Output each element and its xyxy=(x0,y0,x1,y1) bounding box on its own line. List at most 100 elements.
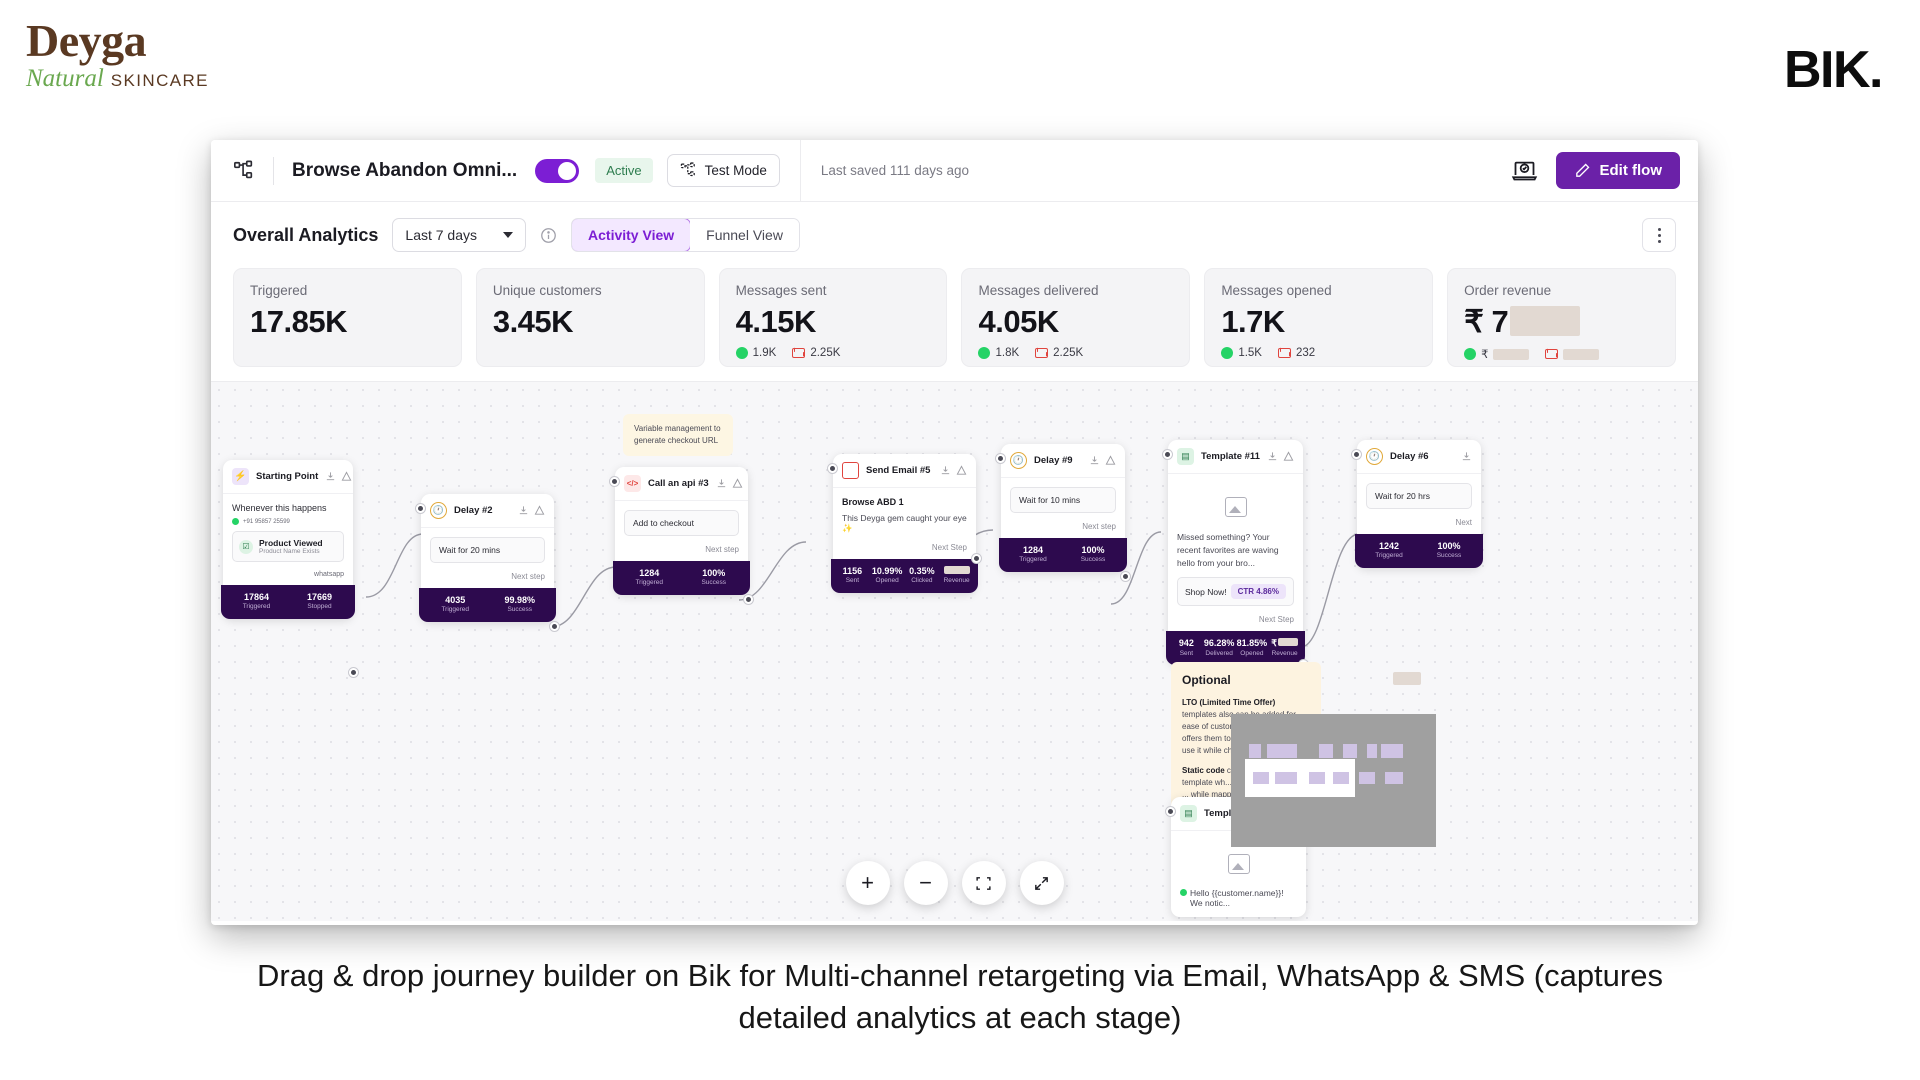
stat-value: 100% xyxy=(1437,541,1461,551)
fit-view-button[interactable] xyxy=(961,861,1006,905)
warning-icon[interactable] xyxy=(534,505,545,516)
metric-value: 4.05K xyxy=(978,304,1059,339)
node-stats: 942 Sent 96.28% Delivered 81.85% Opened ₹ Re… xyxy=(1166,631,1305,665)
zoom-out-button[interactable]: − xyxy=(903,861,948,905)
download-icon[interactable] xyxy=(1089,455,1100,466)
warning-icon[interactable] xyxy=(956,465,967,476)
node-output-port[interactable] xyxy=(550,622,559,631)
node-stats: 1284 Triggered 100% Success xyxy=(613,561,750,595)
email-value: 2.25K xyxy=(1053,347,1084,359)
stat-value xyxy=(939,566,974,577)
delay-field: Wait for 20 mins xyxy=(430,537,545,563)
warning-icon[interactable] xyxy=(341,471,352,482)
download-icon[interactable] xyxy=(1461,451,1472,462)
zoom-in-button[interactable]: + xyxy=(845,861,890,905)
node-call-api-3[interactable]: </> Call an api #3 Add to checkout Next … xyxy=(610,467,753,604)
stat-item: ₹ Revenue xyxy=(1268,638,1301,658)
kebab-menu-icon[interactable] xyxy=(1642,218,1676,252)
node-template-11[interactable]: ▤ Template #11 Missed something? Your re… xyxy=(1163,440,1308,669)
redaction-block xyxy=(1309,772,1325,784)
node-input-port[interactable] xyxy=(828,464,837,473)
template-cta-label[interactable]: Shop Now! xyxy=(1185,587,1227,597)
stat-label: Triggered xyxy=(441,606,470,614)
stat-value: 1284 xyxy=(1022,545,1044,555)
redacted-value xyxy=(943,566,970,574)
next-step-label[interactable]: Next step xyxy=(1001,522,1125,538)
download-icon[interactable] xyxy=(1267,451,1278,462)
stat-value: ₹ xyxy=(1268,638,1301,649)
stat-value: 81.85% xyxy=(1236,638,1268,649)
flow-canvas[interactable]: ⚡ Starting Point Whenever this happens +… xyxy=(211,381,1698,921)
node-stats: 4035 Triggered 99.98% Success xyxy=(419,588,556,622)
download-icon[interactable] xyxy=(518,505,529,516)
warning-icon[interactable] xyxy=(1105,455,1116,466)
stat-value: 1156 xyxy=(842,566,863,576)
next-step-label[interactable]: Next xyxy=(1357,518,1481,534)
date-range-value: Last 7 days xyxy=(405,227,478,243)
metric-card-messages-opened: Messages opened 1.7K 1.5K 232 xyxy=(1204,268,1434,367)
redaction-overlay xyxy=(1231,714,1436,847)
whatsapp-icon xyxy=(1464,348,1477,360)
whatsapp-value: 1.9K xyxy=(752,347,777,359)
stat-value: 10.99% xyxy=(871,566,903,576)
node-output-port[interactable] xyxy=(744,595,753,604)
node-title: Starting Point xyxy=(256,471,319,482)
test-mode-button[interactable]: Test Mode xyxy=(666,154,780,187)
flow-active-toggle[interactable] xyxy=(535,158,580,183)
next-step-label[interactable]: Next step xyxy=(615,545,748,561)
node-input-port[interactable] xyxy=(1166,807,1175,816)
tab-funnel-view[interactable]: Funnel View xyxy=(690,219,799,251)
metric-label: Messages opened xyxy=(1221,283,1332,298)
email-stat xyxy=(1545,348,1600,360)
stat-label: Triggered xyxy=(1019,556,1047,564)
redacted-value xyxy=(1277,638,1298,647)
node-output-port[interactable] xyxy=(972,554,981,563)
node-input-port[interactable] xyxy=(1352,450,1361,459)
info-circle-icon[interactable] xyxy=(540,227,557,244)
edit-flow-button[interactable]: Edit flow xyxy=(1555,152,1680,189)
divider xyxy=(799,140,801,202)
expand-button[interactable] xyxy=(1019,861,1064,905)
download-icon[interactable] xyxy=(716,478,727,489)
email-stat: 232 xyxy=(1277,347,1315,359)
whatsapp-icon xyxy=(1180,889,1187,896)
overall-analytics-panel: Overall Analytics Last 7 days Activity V… xyxy=(211,202,1698,381)
next-step-label[interactable]: Next Step xyxy=(1168,615,1303,631)
node-delay-2[interactable]: 🕐 Delay #2 Wait for 20 mins Next step 40… xyxy=(416,494,559,631)
node-title: Template #11 xyxy=(1201,451,1260,462)
next-step-label[interactable]: Next Step xyxy=(833,543,976,559)
stat-value: 100% xyxy=(702,568,726,578)
redaction-block xyxy=(1319,744,1333,758)
redaction-block xyxy=(1343,744,1357,758)
stat-item: 10.99% Opened xyxy=(870,566,905,586)
metric-label: Messages delivered xyxy=(978,283,1099,298)
node-title: Delay #2 xyxy=(454,505,493,516)
stat-item: 942 Sent xyxy=(1170,638,1203,658)
node-delay-9[interactable]: 🕐 Delay #9 Wait for 10 mins Next step 12… xyxy=(996,444,1130,581)
node-delay-6[interactable]: 🕐 Delay #6 Wait for 20 hrs Next 1242 Trig… xyxy=(1352,440,1483,568)
node-input-port[interactable] xyxy=(1163,450,1172,459)
laptop-check-icon[interactable] xyxy=(1511,157,1538,184)
next-step-label[interactable]: Next step xyxy=(421,572,554,588)
warning-icon[interactable] xyxy=(1283,451,1294,462)
tab-activity-view[interactable]: Activity View xyxy=(572,219,692,251)
stat-item: 0.35% Clicked xyxy=(905,566,940,586)
stat-label: Revenue xyxy=(943,577,970,585)
stat-item: 17864 Triggered xyxy=(225,592,288,612)
node-input-port[interactable] xyxy=(416,504,425,513)
node-output-port[interactable] xyxy=(1121,572,1130,581)
download-icon[interactable] xyxy=(325,471,336,482)
pencil-icon xyxy=(1575,163,1589,177)
date-range-select[interactable]: Last 7 days xyxy=(392,218,527,252)
node-send-email-5[interactable]: Send Email #5 Browse ABD 1 This Deyga ge… xyxy=(828,454,981,593)
stat-item: 99.98% Success xyxy=(488,595,553,615)
node-input-port[interactable] xyxy=(996,454,1005,463)
stat-label: Success xyxy=(701,579,727,587)
stat-value: 1284 xyxy=(639,568,660,578)
download-icon[interactable] xyxy=(940,465,951,476)
node-input-port[interactable] xyxy=(610,477,619,486)
node-starting-point[interactable]: ⚡ Starting Point Whenever this happens +… xyxy=(221,460,358,677)
warning-icon[interactable] xyxy=(732,478,743,489)
node-output-port[interactable] xyxy=(349,668,358,677)
whatsapp-value: ₹ xyxy=(1481,349,1489,361)
